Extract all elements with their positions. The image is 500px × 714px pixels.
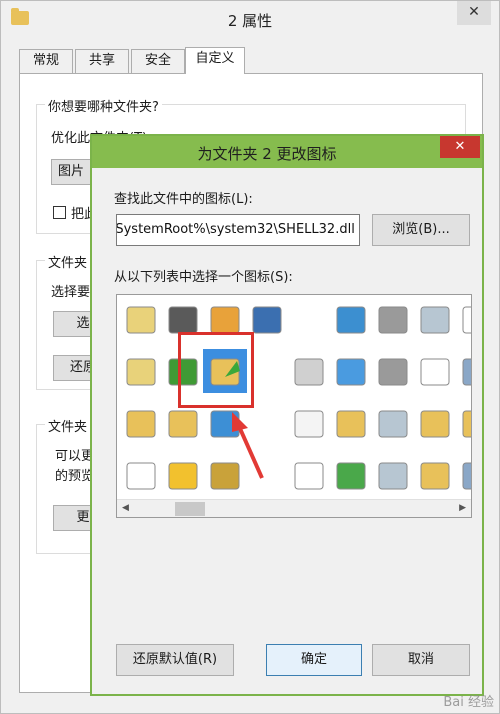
printer-add-icon[interactable]	[336, 462, 366, 490]
selection-highlight-box	[178, 332, 254, 408]
font-folder-icon[interactable]	[126, 410, 156, 438]
tab-customize[interactable]: 自定义	[185, 47, 245, 74]
recycle-bin-full-icon[interactable]	[378, 410, 408, 438]
description-line-1: 可以更	[55, 449, 95, 464]
computer-folder-icon[interactable]	[168, 410, 198, 438]
printer-folder-icon[interactable]	[126, 358, 156, 386]
restore-defaults-button[interactable]: 还原默认值(R)	[116, 644, 234, 676]
select-label: 选择要	[51, 285, 91, 300]
control-panel-icon[interactable]	[126, 306, 156, 334]
search-globe-icon[interactable]	[336, 306, 366, 334]
magnifier-gear-icon[interactable]	[462, 462, 471, 490]
scroll-thumb[interactable]	[175, 502, 205, 516]
media-disc-icon[interactable]	[168, 306, 198, 334]
network-sync-icon[interactable]	[210, 410, 240, 438]
network-error-icon[interactable]	[294, 358, 324, 386]
dialog-title-bar: 为文件夹 2 更改图标 ✕	[92, 136, 482, 168]
dialog-title: 为文件夹 2 更改图标	[197, 145, 337, 163]
watermark: Bai 经验	[443, 695, 494, 710]
browse-button[interactable]: 浏览(B)...	[372, 214, 470, 246]
path-text: %SystemRoot%\system32\SHELL32.dll	[116, 222, 355, 237]
icon-file-path-input[interactable]: %SystemRoot%\system32\SHELL32.dll	[116, 214, 360, 246]
folder-open-icon[interactable]	[420, 462, 450, 490]
icon-grid	[126, 306, 471, 490]
recycle-bin-2-icon[interactable]	[378, 462, 408, 490]
close-button[interactable]: ✕	[457, 1, 491, 25]
group-label: 你想要哪种文件夹?	[45, 96, 162, 115]
cancel-button[interactable]: 取消	[372, 644, 470, 676]
folder-icon[interactable]	[462, 410, 471, 438]
tab-general[interactable]: 常规	[19, 49, 73, 73]
window-title: 2 属性	[227, 12, 273, 30]
apply-subfolders-checkbox[interactable]	[53, 206, 66, 219]
printer-fax-icon[interactable]	[378, 358, 408, 386]
icon-list-label: 从以下列表中选择一个图标(S):	[114, 270, 293, 285]
group-label: 文件夹	[45, 416, 91, 435]
documents-stack-icon[interactable]	[294, 410, 324, 438]
recycle-bin-icon[interactable]	[420, 306, 450, 334]
document-icon[interactable]	[462, 306, 471, 334]
magnifier-document-icon[interactable]	[294, 462, 324, 490]
change-icon-dialog: 为文件夹 2 更改图标 ✕ 查找此文件中的图标(L): %SystemRoot%…	[90, 134, 484, 696]
title-bar: 2 属性 ✕	[1, 1, 499, 37]
checklist-icon[interactable]	[126, 462, 156, 490]
computer-window-icon[interactable]	[252, 306, 282, 334]
key-icon[interactable]	[210, 306, 240, 334]
find-icons-label: 查找此文件中的图标(L):	[114, 192, 253, 207]
scroll-left-arrow[interactable]: ◀	[122, 503, 129, 513]
folder-stack-icon[interactable]	[420, 410, 450, 438]
dialog-close-button[interactable]: ✕	[440, 136, 480, 158]
folder-printer-icon[interactable]	[336, 410, 366, 438]
document-warning-icon[interactable]	[420, 358, 450, 386]
tab-sharing[interactable]: 共享	[75, 49, 129, 73]
tab-security[interactable]: 安全	[131, 49, 185, 73]
ok-button[interactable]: 确定	[266, 644, 362, 676]
scroll-right-arrow[interactable]: ▶	[459, 503, 466, 513]
lock-icon[interactable]	[210, 462, 240, 490]
printer-icon[interactable]	[378, 306, 408, 334]
monitor-settings-icon[interactable]	[336, 358, 366, 386]
gear-icon[interactable]	[462, 358, 471, 386]
star-icon[interactable]	[168, 462, 198, 490]
description-line-2: 的预览	[55, 469, 95, 484]
group-label: 文件夹	[45, 252, 91, 271]
icon-list[interactable]: ◀ ▶	[116, 294, 472, 518]
horizontal-scrollbar[interactable]: ◀ ▶	[117, 499, 471, 517]
